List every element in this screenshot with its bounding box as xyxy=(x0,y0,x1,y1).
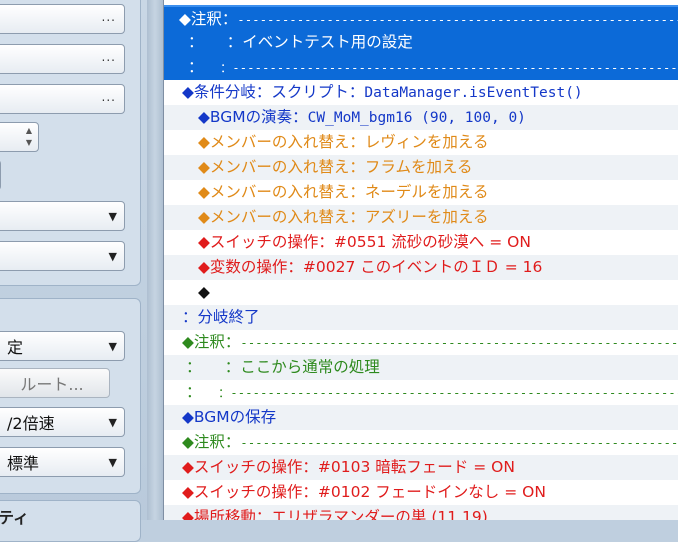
command-params: #0103 暗転フェード = ON xyxy=(317,458,515,476)
select-3-value: 定 xyxy=(7,338,24,357)
command-params: #0551 流砂の砂漠へ = ON xyxy=(333,233,531,251)
picker-field-3[interactable]: ... xyxy=(0,84,125,114)
more-button-3[interactable]: ... xyxy=(102,90,116,104)
command-name: ◆注釈： xyxy=(182,333,241,351)
command-name: ◆注釈： xyxy=(182,433,241,451)
command-name: ◆スイッチの操作： xyxy=(182,483,318,501)
command-name: ： xyxy=(186,358,194,376)
command-name: ◆スイッチの操作： xyxy=(182,458,318,476)
chevron-down-icon: ▼ xyxy=(108,456,117,469)
command-params: ：ここから通常の処理 xyxy=(193,358,380,376)
partial-input[interactable] xyxy=(0,160,1,190)
command-params: アズリーを加える xyxy=(364,208,489,226)
chevron-down-icon: ▼ xyxy=(108,250,117,263)
command-params: ネーデルを加える xyxy=(364,183,489,201)
list-item[interactable]: ◆メンバーの入れ替え：ネーデルを加える xyxy=(164,180,678,205)
command-params: レヴィンを加える xyxy=(364,133,489,151)
spin-up-icon[interactable]: ▲ xyxy=(23,125,35,137)
command-params: #0027 このイベントのＩＤ = 16 xyxy=(302,258,543,276)
command-name: ◆メンバーの入れ替え： xyxy=(198,183,365,201)
number-spinbox[interactable]: ▲ ▼ xyxy=(0,122,39,152)
list-item[interactable]: ◆メンバーの入れ替え：レヴィンを加える xyxy=(164,130,678,155)
command-params: CW_MoM_bgm16 (90, 100, 0) xyxy=(307,110,526,126)
spin-down-icon[interactable]: ▼ xyxy=(23,137,35,149)
list-item[interactable]: ◆注釈：------------------------------------… xyxy=(164,5,678,30)
command-name: ： xyxy=(186,383,194,401)
list-item[interactable]: ◆BGMの保存 xyxy=(164,405,678,430)
more-button-1[interactable]: ... xyxy=(102,10,116,24)
command-params: ：---------------------------------------… xyxy=(193,386,678,400)
list-item[interactable]: ◆スイッチの操作：#0102 フェードインなし = ON xyxy=(164,480,678,505)
command-params: ：---------------------------------------… xyxy=(195,61,678,75)
list-item[interactable]: ◆BGMの演奏：CW_MoM_bgm16 (90, 100, 0) xyxy=(164,105,678,130)
list-item[interactable]: ◆メンバーの入れ替え：フラムを加える xyxy=(164,155,678,180)
picker-field-2[interactable]: ... xyxy=(0,44,125,74)
command-params: ----------------------------------------… xyxy=(237,13,678,27)
standard-select-value: 標準 xyxy=(7,454,40,473)
list-item[interactable]: ◆スイッチの操作：#0551 流砂の砂漠へ = ON xyxy=(164,230,678,255)
command-params: ----------------------------------------… xyxy=(240,436,678,450)
list-item[interactable]: ◆メンバーの入れ替え：アズリーを加える xyxy=(164,205,678,230)
command-name: ◆メンバーの入れ替え： xyxy=(198,158,365,176)
list-item[interactable]: ◆注釈：------------------------------------… xyxy=(164,430,678,455)
command-params: ----------------------------------------… xyxy=(240,336,678,350)
standard-select[interactable]: 標準 ▼ xyxy=(0,447,125,477)
list-item[interactable]: ◆場所移動：エリザラマンダーの巣 (11,19) xyxy=(164,505,678,520)
list-item[interactable]: ： ：-------------------------------------… xyxy=(164,380,678,405)
command-name: ◆注釈： xyxy=(179,10,238,28)
command-name: ： xyxy=(188,58,196,76)
command-params: フラムを加える xyxy=(364,158,473,176)
list-item[interactable]: ：分岐終了 xyxy=(164,305,678,330)
properties-panel: ... ... ... ▲ ▼ ▼ ▼ 定 ▼ ルート... /2倍速 ▼ 標準… xyxy=(0,0,147,542)
chevron-down-icon: ▼ xyxy=(108,340,117,353)
speed-select-value: /2倍速 xyxy=(7,414,55,433)
command-name: ：分岐終了 xyxy=(182,308,260,326)
list-item[interactable]: ： ：-------------------------------------… xyxy=(164,55,678,80)
command-name: ◆ xyxy=(198,283,210,301)
command-params: DataManager.isEventTest() xyxy=(364,85,583,101)
command-name: ◆メンバーの入れ替え： xyxy=(198,208,365,226)
command-name: ◆場所移動： xyxy=(182,508,272,520)
command-params: エリザラマンダーの巣 (11,19) xyxy=(271,508,488,520)
list-item[interactable]: ◆変数の操作：#0027 このイベントのＩＤ = 16 xyxy=(164,255,678,280)
select-3[interactable]: 定 ▼ xyxy=(0,331,125,361)
list-item[interactable]: ◆注釈：------------------------------------… xyxy=(164,330,678,355)
section-heading-partial: ティ xyxy=(0,508,30,527)
list-item[interactable]: ◆条件分岐：スクリプト：DataManager.isEventTest() xyxy=(164,80,678,105)
list-item[interactable]: ◆ xyxy=(164,280,678,305)
event-command-list[interactable]: ◆注釈：------------------------------------… xyxy=(163,0,678,520)
list-item[interactable]: ： ：ここから通常の処理 xyxy=(164,355,678,380)
panel-splitter[interactable] xyxy=(147,0,163,520)
command-name: ◆BGMの演奏： xyxy=(198,108,308,126)
command-name: ◆スイッチの操作： xyxy=(198,233,334,251)
more-button-2[interactable]: ... xyxy=(102,50,116,64)
command-params: #0102 フェードインなし = ON xyxy=(317,483,546,501)
command-name: ◆BGMの保存 xyxy=(182,408,277,426)
select-2[interactable]: ▼ xyxy=(0,241,125,271)
speed-select[interactable]: /2倍速 ▼ xyxy=(0,407,125,437)
list-item[interactable]: ： ：イベントテスト用の設定 xyxy=(164,30,678,55)
command-name: ◆変数の操作： xyxy=(198,258,303,276)
picker-field-1[interactable]: ... xyxy=(0,4,125,34)
list-item[interactable]: ◆スイッチの操作：#0103 暗転フェード = ON xyxy=(164,455,678,480)
command-params: ：イベントテスト用の設定 xyxy=(195,33,413,51)
chevron-down-icon: ▼ xyxy=(108,210,117,223)
command-name: ◆条件分岐：スクリプト： xyxy=(182,83,365,101)
route-button[interactable]: ルート... xyxy=(0,368,110,398)
command-name: ： xyxy=(188,33,196,51)
select-1[interactable]: ▼ xyxy=(0,201,125,231)
chevron-down-icon: ▼ xyxy=(108,416,117,429)
command-name: ◆メンバーの入れ替え： xyxy=(198,133,365,151)
